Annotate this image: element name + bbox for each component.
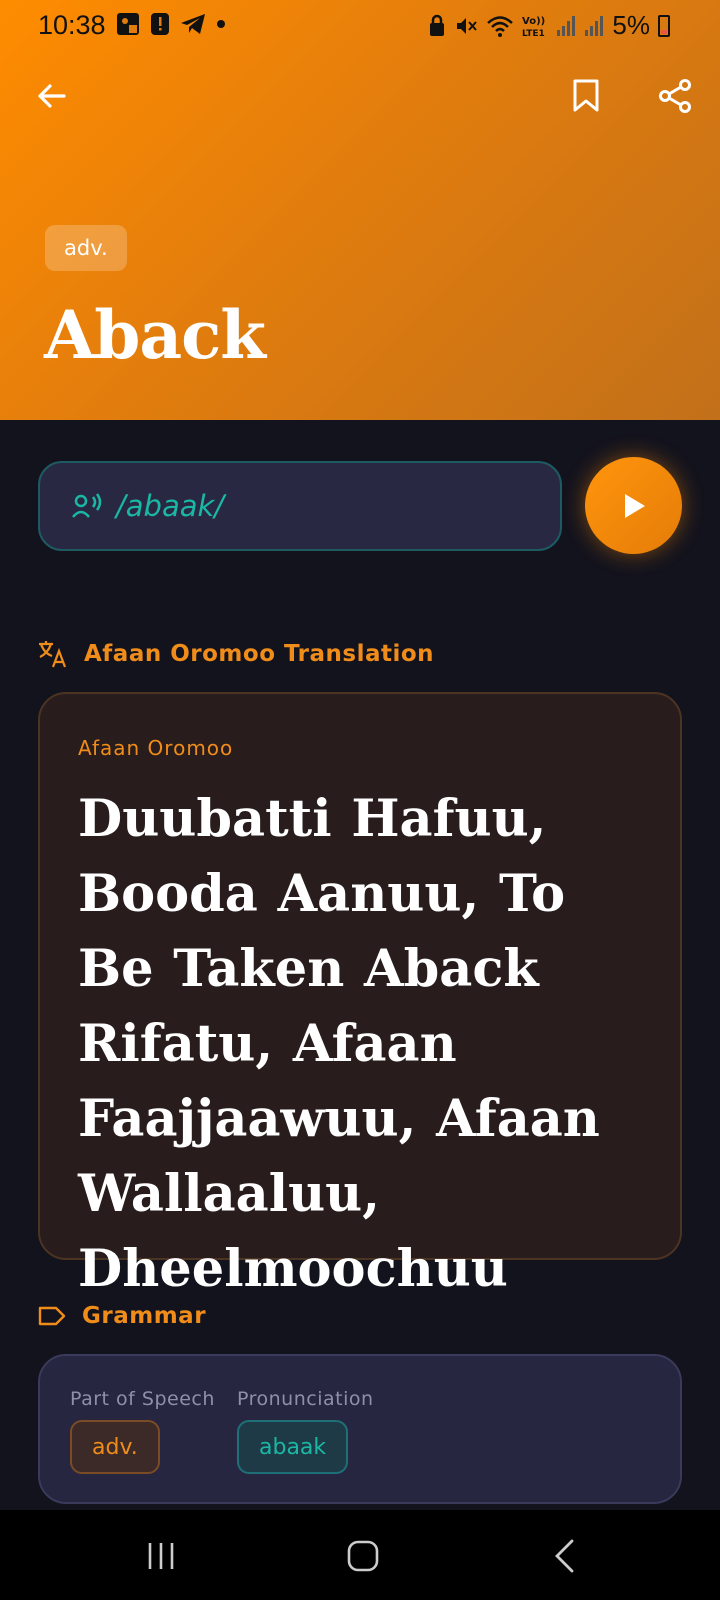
- phonetic-text: /abaak/: [116, 489, 225, 523]
- translate-icon: [39, 641, 67, 668]
- pronunciation-chip: abaak: [237, 1420, 349, 1474]
- alert-notification-icon: [151, 13, 169, 35]
- bookmark-button[interactable]: [562, 72, 610, 120]
- mute-icon: [457, 17, 478, 34]
- recent-apps-button[interactable]: [131, 1526, 191, 1586]
- status-time: 10:38: [38, 10, 106, 40]
- play-icon: [624, 493, 645, 518]
- play-pronunciation-button[interactable]: [585, 457, 682, 554]
- voice-icon: [72, 493, 102, 518]
- part-of-speech-chip: adv.: [70, 1420, 160, 1474]
- signal-icon: [585, 15, 604, 36]
- share-icon: [659, 79, 691, 113]
- wifi-icon: [487, 15, 514, 37]
- home-icon: [347, 1540, 379, 1572]
- translation-section-header: Afaan Oromoo Translation: [38, 640, 434, 668]
- signal-icon: [557, 15, 576, 36]
- recent-apps-icon: [148, 1543, 174, 1569]
- phonetic-field: /abaak/: [38, 461, 562, 551]
- headword: Aback: [44, 296, 266, 374]
- translation-text: Duubatti Hafuu, Booda Aanuu, To Be Taken…: [78, 789, 600, 1299]
- svg-text:Vo)): Vo)): [522, 16, 545, 27]
- part-of-speech-group: Part of Speech adv.: [70, 1388, 215, 1474]
- tag-icon: [38, 1306, 66, 1326]
- battery-icon: [658, 14, 670, 37]
- bookmark-icon: [573, 79, 599, 112]
- part-of-speech-label: Part of Speech: [70, 1388, 215, 1410]
- system-navigation-bar: [0, 1510, 720, 1600]
- lock-icon: [430, 14, 445, 36]
- home-button[interactable]: [333, 1526, 393, 1586]
- back-button[interactable]: [28, 72, 76, 120]
- system-icons: Vo)) LTE1 5%: [428, 10, 670, 41]
- translation-section-title: Afaan Oromoo Translation: [84, 641, 435, 667]
- translation-card: Afaan Oromoo Duubatti Hafuu, Booda Aanuu…: [38, 692, 682, 1299]
- word-header: 10:38 Vo)) LTE1 5% adv. Aback: [0, 0, 720, 420]
- chevron-left-icon: [555, 1539, 574, 1573]
- pronunciation-group: Pronunciation abaak: [237, 1388, 374, 1474]
- translation-language-label: Afaan Oromoo: [78, 736, 234, 760]
- notification-icons: [116, 12, 226, 36]
- grammar-section-header: Grammar: [38, 1303, 206, 1329]
- share-button[interactable]: [651, 72, 699, 120]
- status-bar: 10:38 Vo)) LTE1 5%: [0, 0, 720, 54]
- grammar-card: Part of Speech adv. Pronunciation abaak: [38, 1354, 682, 1504]
- system-back-button[interactable]: [535, 1526, 595, 1586]
- telegram-icon: [181, 14, 205, 34]
- svg-text:LTE1: LTE1: [522, 29, 545, 38]
- arrow-left-icon: [38, 84, 66, 108]
- part-of-speech-badge: adv.: [45, 225, 127, 271]
- pronunciation-label: Pronunciation: [237, 1388, 374, 1410]
- photo-notification-icon: [117, 13, 139, 35]
- battery-percentage: 5%: [612, 10, 650, 40]
- grammar-section-title: Grammar: [82, 1303, 207, 1329]
- volte-icon: Vo)) LTE1: [522, 16, 545, 38]
- dot-icon: [217, 20, 225, 28]
